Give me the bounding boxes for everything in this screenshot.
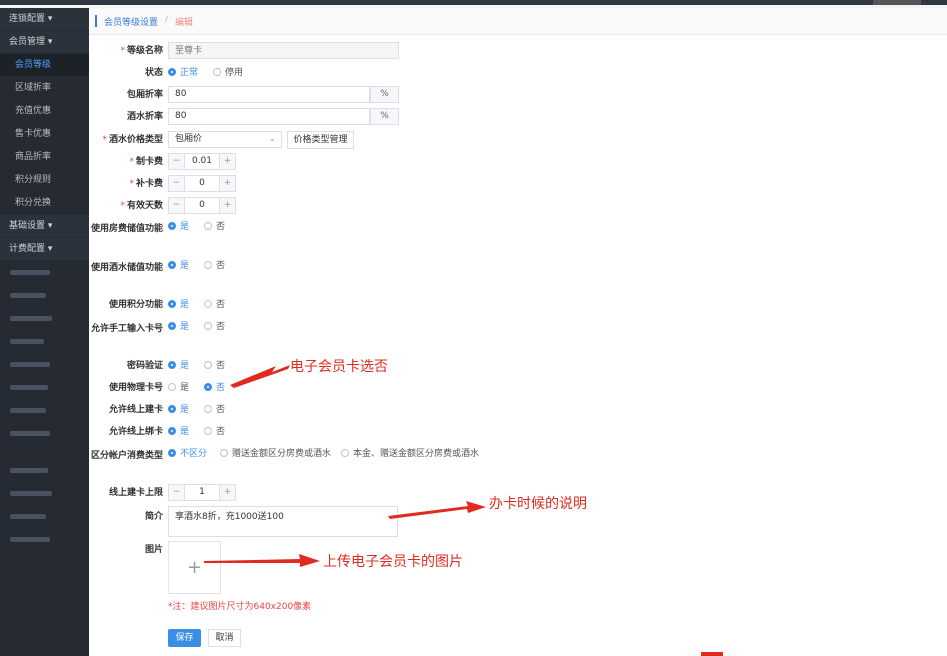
annotation-arrow-2 [388,501,486,519]
annotation-arrow-3 [204,554,320,567]
annotation-image: 上传电子会员卡的图片 [323,554,463,570]
annotation-arrow-1 [230,365,290,388]
annotation-mark [701,652,723,656]
annotation-physical-card: 电子会员卡选否 [290,359,388,375]
annotation-intro: 办卡时候的说明 [489,496,587,512]
annotation-arrows [204,365,486,567]
